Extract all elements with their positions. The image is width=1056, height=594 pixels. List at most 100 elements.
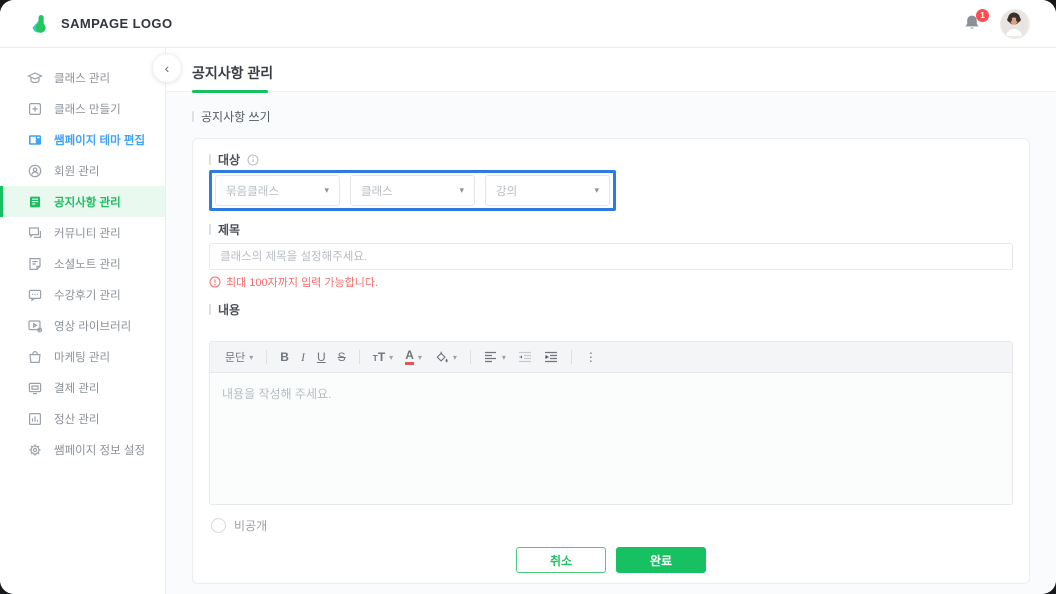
notification-bell-button[interactable]: 1 [962, 13, 984, 35]
topbar-right: 1 [962, 9, 1030, 39]
notice-content-textarea[interactable]: 내용을 작성해 주세요. [210, 373, 1012, 504]
lecture-dropdown[interactable]: 강의 ▾ [485, 175, 610, 206]
private-radio[interactable] [211, 518, 226, 533]
toolbar-divider [359, 350, 360, 364]
sidebar-item-label: 커뮤니티 관리 [54, 225, 121, 241]
add-square-icon [27, 101, 43, 117]
app-window: SAMPAGE LOGO 1 [0, 0, 1056, 594]
underline-button[interactable]: U [312, 346, 331, 368]
submit-button[interactable]: 완료 [616, 547, 706, 573]
sampage-logo-icon [28, 12, 52, 36]
chevron-down-icon: ▾ [249, 353, 253, 362]
community-chat-icon [27, 225, 43, 241]
editor-toolbar: 문단 ▾ B I U S TT ▾ [210, 342, 1012, 373]
content-field-label: 내용 [209, 302, 1013, 317]
note-icon [27, 256, 43, 272]
paragraph-style-button[interactable]: 문단 ▾ [220, 346, 258, 368]
private-option-row: 비공개 [211, 517, 1013, 533]
chevron-down-icon: ▾ [594, 186, 599, 196]
rich-text-editor: 문단 ▾ B I U S TT ▾ [209, 341, 1013, 505]
private-radio-label: 비공개 [234, 517, 267, 534]
notice-list-icon [27, 194, 43, 210]
notice-form-card: 대상 묶음클래스 ▾ 클래스 [192, 138, 1030, 584]
sidebar-item-label: 수강후기 관리 [54, 287, 121, 303]
toolbar-divider [571, 350, 572, 364]
strikethrough-button[interactable]: S [333, 346, 351, 368]
sidebar-item-video-library[interactable]: 영상 라이브러리 [0, 310, 165, 341]
sidebar-item-label: 쌤페이지 정보 설정 [54, 442, 145, 458]
page-header: 공지사항 관리 [166, 48, 1056, 92]
warning-icon [209, 276, 221, 288]
highlight-color-button[interactable]: ▾ [429, 346, 462, 368]
sidebar-item-label: 마케팅 관리 [54, 349, 110, 365]
section-title: 공지사항 쓰기 [192, 108, 1056, 125]
sidebar-item-label: 쌤페이지 테마 편집 [54, 132, 145, 148]
sidebar-item-create-class[interactable]: 클래스 만들기 [0, 93, 165, 124]
sidebar-item-label: 소셜노트 관리 [54, 256, 121, 272]
topbar: SAMPAGE LOGO 1 [0, 0, 1056, 48]
label-divider [209, 154, 211, 165]
sidebar-item-payment-management[interactable]: 결제 관리 [0, 372, 165, 403]
sidebar-item-label: 정산 관리 [54, 411, 100, 427]
sidebar-item-member-management[interactable]: 회원 관리 [0, 155, 165, 186]
sidebar-item-community-management[interactable]: 커뮤니티 관리 [0, 217, 165, 248]
chevron-down-icon: ▾ [502, 353, 506, 362]
sidebar-item-label: 회원 관리 [54, 163, 100, 179]
brand-name: SAMPAGE LOGO [61, 16, 172, 31]
member-icon [27, 163, 43, 179]
sidebar-item-label: 클래스 만들기 [54, 101, 121, 117]
class-dropdown[interactable]: 클래스 ▾ [350, 175, 475, 206]
notification-badge: 1 [976, 9, 989, 22]
more-options-button[interactable]: ⋮ [580, 346, 602, 368]
italic-button[interactable]: I [296, 346, 310, 368]
font-size-button[interactable]: TT ▾ [368, 346, 399, 368]
info-icon [247, 154, 259, 166]
sidebar-item-label: 클래스 관리 [54, 70, 110, 86]
sidebar-item-settlement-management[interactable]: 정산 관리 [0, 403, 165, 434]
label-divider [209, 304, 211, 315]
video-library-icon [27, 318, 43, 334]
label-divider [209, 224, 211, 235]
review-comment-icon [27, 287, 43, 303]
indent-button[interactable] [539, 346, 563, 368]
form-actions: 취소 완료 [209, 547, 1013, 573]
toolbar-divider [470, 350, 471, 364]
paint-bucket-icon [434, 350, 449, 365]
indent-icon [544, 351, 558, 363]
sidebar-item-notice-management[interactable]: 공지사항 관리 [0, 186, 165, 217]
bundle-class-dropdown[interactable]: 묶음클래스 ▾ [215, 175, 340, 206]
chevron-down-icon: ▾ [389, 353, 393, 362]
toolbar-divider [266, 350, 267, 364]
sidebar-collapse-button[interactable]: ‹ [152, 53, 182, 83]
gear-icon [27, 442, 43, 458]
title-field-label: 제목 [209, 222, 1013, 237]
outdent-icon [518, 351, 532, 363]
chevron-down-icon: ▾ [324, 186, 329, 196]
settlement-chart-icon [27, 411, 43, 427]
page-title-underline [192, 90, 268, 93]
notice-title-input[interactable] [209, 243, 1013, 270]
align-button[interactable]: ▾ [479, 346, 511, 368]
brand-logo[interactable]: SAMPAGE LOGO [28, 12, 172, 36]
sidebar: 클래스 관리 클래스 만들기 쌤페이지 테마 [0, 48, 166, 594]
sidebar-item-marketing-management[interactable]: 마케팅 관리 [0, 341, 165, 372]
chevron-down-icon: ▾ [418, 353, 422, 362]
bold-button[interactable]: B [275, 346, 294, 368]
sidebar-item-page-info-settings[interactable]: 쌤페이지 정보 설정 [0, 434, 165, 465]
sidebar-item-review-management[interactable]: 수강후기 관리 [0, 279, 165, 310]
sidebar-item-theme-edit[interactable]: 쌤페이지 테마 편집 [0, 124, 165, 155]
sidebar-item-label: 영상 라이브러리 [54, 318, 131, 334]
marketing-bag-icon [27, 349, 43, 365]
cancel-button[interactable]: 취소 [516, 547, 606, 573]
font-color-button[interactable]: A ▾ [400, 346, 427, 368]
align-left-icon [484, 351, 498, 363]
payment-card-icon [27, 380, 43, 396]
label-divider [192, 111, 194, 122]
title-warning: 최대 100자까지 입력 가능합니다. [209, 275, 1013, 289]
main-content: ‹ 공지사항 관리 공지사항 쓰기 대상 [166, 48, 1056, 594]
graduation-cap-icon [27, 70, 43, 86]
user-avatar[interactable] [1000, 9, 1030, 39]
sidebar-item-social-note-management[interactable]: 소셜노트 관리 [0, 248, 165, 279]
sidebar-item-class-management[interactable]: 클래스 관리 [0, 62, 165, 93]
outdent-button[interactable] [513, 346, 537, 368]
